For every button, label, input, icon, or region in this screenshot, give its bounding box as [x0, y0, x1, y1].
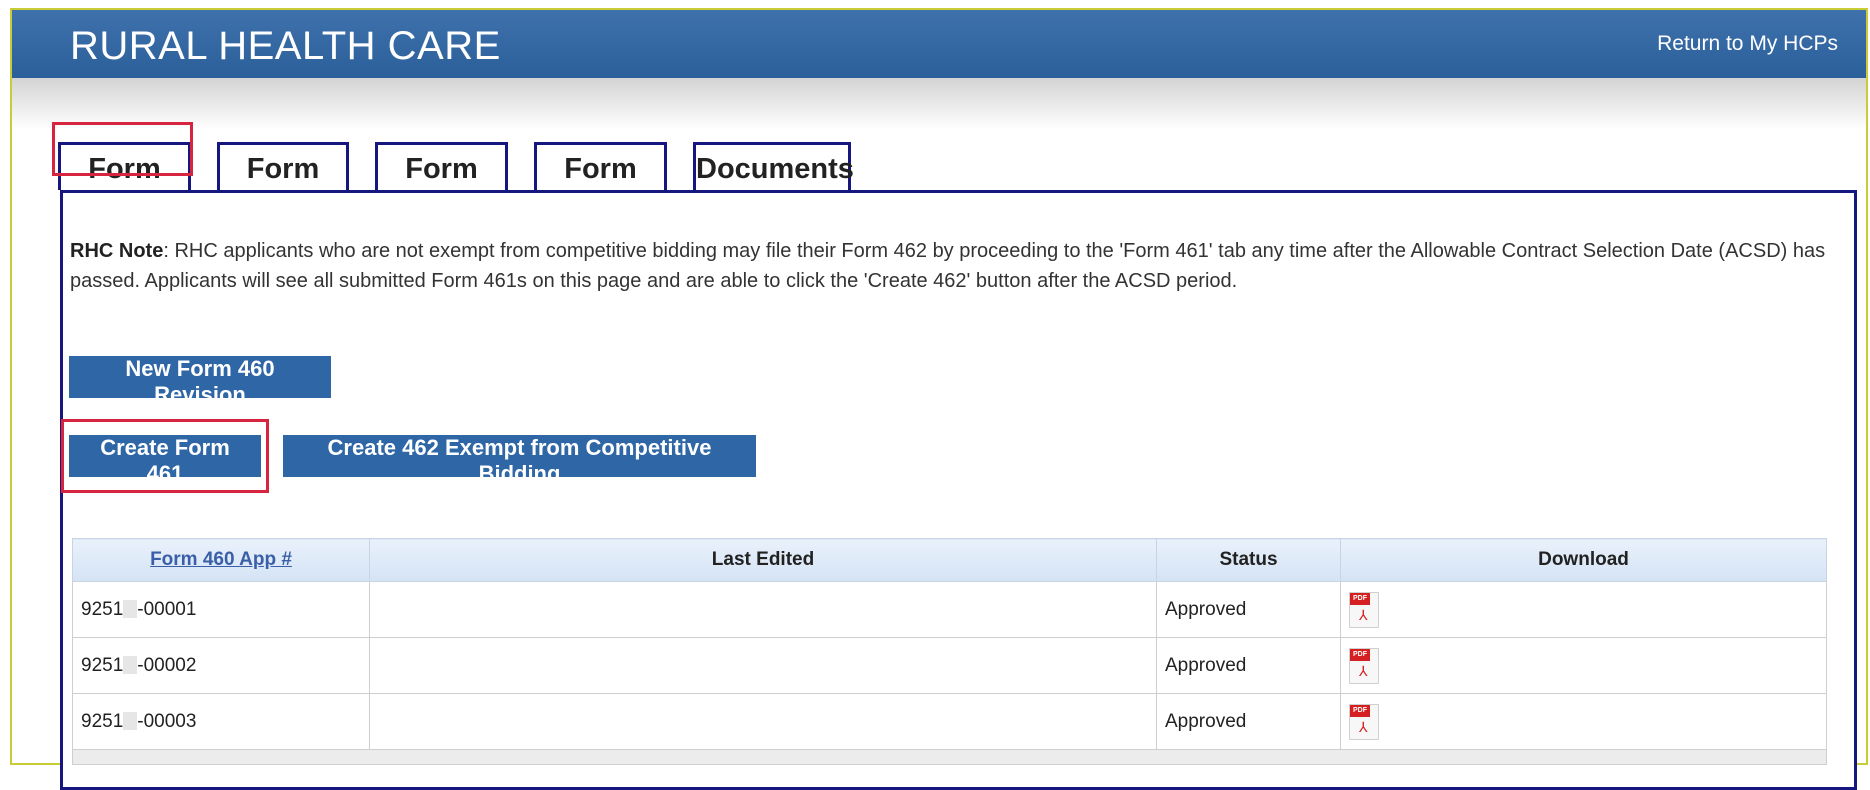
site-header: RURAL HEALTH CARE Return to My HCPs: [12, 10, 1866, 78]
redaction-mask: [123, 600, 138, 619]
app-number-cell: 9251 -00003: [72, 693, 370, 750]
pdf-download-icon[interactable]: PDF ⅄: [1349, 591, 1379, 628]
download-cell: PDF ⅄: [1340, 637, 1827, 694]
table-footer-cell: [72, 749, 1827, 765]
table-row: 9251 -00003 Approved PDF ⅄: [72, 693, 1827, 750]
tab-form-463[interactable]: Form 463: [534, 142, 667, 218]
status-cell: Approved: [1156, 581, 1341, 638]
redaction-mask: [123, 656, 138, 675]
app-number-prefix: 9251: [81, 710, 124, 732]
form-460-applications-table: Form 460 App # Last Edited Status Downlo…: [72, 538, 1827, 765]
status-cell: Approved: [1156, 693, 1341, 750]
rhc-note: RHC Note: RHC applicants who are not exe…: [70, 236, 1840, 296]
pdf-download-icon[interactable]: PDF ⅄: [1349, 647, 1379, 684]
download-cell: PDF ⅄: [1340, 693, 1827, 750]
redaction-mask: [123, 712, 138, 731]
tab-form-462[interactable]: Form 462: [375, 142, 508, 218]
app-number-cell: 9251 -00001: [72, 581, 370, 638]
create-form-461-button[interactable]: Create Form 461: [69, 435, 261, 486]
last-edited-cell: [369, 581, 1157, 638]
app-number-prefix: 9251: [81, 654, 124, 676]
column-header-app-number[interactable]: Form 460 App #: [72, 538, 370, 582]
table-footer-row: [72, 749, 1827, 765]
table-row: 9251 -00001 Approved PDF ⅄: [72, 581, 1827, 638]
status-cell: Approved: [1156, 637, 1341, 694]
site-title: RURAL HEALTH CARE: [70, 24, 501, 68]
tab-form-461[interactable]: Form 461: [217, 142, 349, 218]
pdf-download-icon[interactable]: PDF ⅄: [1349, 703, 1379, 740]
app-number-cell: 9251 -00002: [72, 637, 370, 694]
column-header-status: Status: [1156, 538, 1341, 582]
app-number-suffix: -00001: [137, 598, 197, 620]
last-edited-cell: [369, 693, 1157, 750]
column-header-download: Download: [1340, 538, 1827, 582]
rhc-note-text: : RHC applicants who are not exempt from…: [70, 240, 1826, 292]
table-header-row: Form 460 App # Last Edited Status Downlo…: [72, 538, 1827, 582]
table-row: 9251 -00002 Approved PDF ⅄: [72, 637, 1827, 694]
app-number-suffix: -00002: [137, 654, 197, 676]
new-form-460-revision-button[interactable]: New Form 460 Revision: [69, 356, 331, 407]
return-to-my-hcps-link[interactable]: Return to My HCPs: [1657, 32, 1838, 56]
sort-app-number-link[interactable]: Form 460 App #: [150, 549, 292, 570]
rhc-note-label: RHC Note: [70, 240, 164, 262]
header-shadow-band: [12, 78, 1866, 130]
column-header-last-edited: Last Edited: [369, 538, 1157, 582]
download-cell: PDF ⅄: [1340, 581, 1827, 638]
tab-form-460[interactable]: Form 460: [58, 142, 191, 218]
app-number-prefix: 9251: [81, 598, 124, 620]
app-number-suffix: -00003: [137, 710, 197, 732]
last-edited-cell: [369, 637, 1157, 694]
tab-documents[interactable]: Documents: [693, 142, 854, 190]
create-462-exempt-button[interactable]: Create 462 Exempt from Competitive Biddi…: [283, 435, 756, 486]
